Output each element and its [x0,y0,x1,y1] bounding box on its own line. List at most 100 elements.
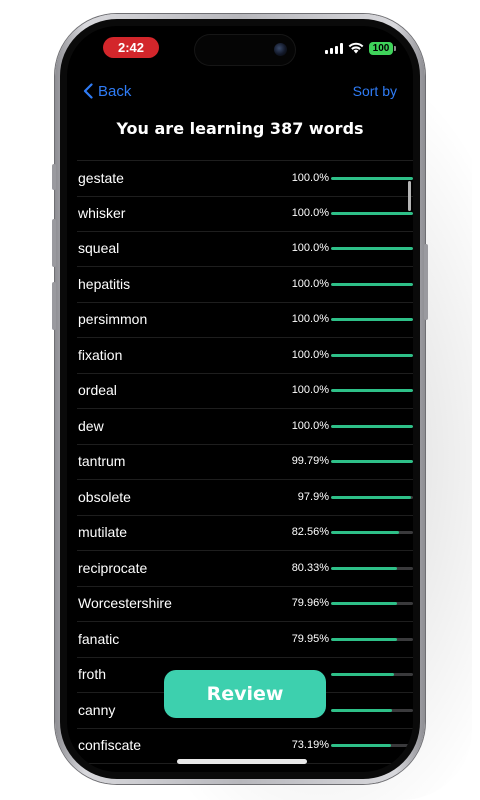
list-item[interactable]: whisker 100.0% [77,196,413,232]
scrollbar[interactable] [408,181,411,211]
power-button [424,244,428,320]
progress-bar [331,673,413,676]
word-label: mutilate [78,524,128,540]
word-label: confiscate [78,737,142,753]
signal-icon [325,42,343,54]
chevron-left-icon [83,83,93,99]
word-percent: 100.0% [291,348,329,361]
progress-bar-fill [331,637,397,641]
camera-icon [274,43,287,56]
progress-bar-fill [331,318,413,321]
sort-by-button[interactable]: Sort by [353,80,397,102]
progress-bar [331,211,413,215]
progress-bar [331,247,413,250]
word-percent: 99.79% [291,455,329,467]
word-label: persimmon [78,311,148,327]
progress-bar [331,389,413,392]
progress-bar-fill [331,211,413,215]
word-label: canny [78,701,116,718]
word-label: Worcestershire [78,595,172,611]
word-label: ordeal [78,382,117,398]
word-label: reciprocate [78,559,148,576]
action-button [52,164,56,190]
progress-bar [331,282,413,286]
word-label: fanatic [78,630,120,647]
word-percent: 100.0% [291,242,329,254]
progress-bar [331,177,413,180]
phone-bezel: 2:42 100 Back Sort by You are learning 3… [60,19,420,779]
word-percent: 80.33% [291,561,329,574]
status-icons: 100 [325,40,396,56]
progress-bar-fill [331,708,392,712]
word-label: froth [78,666,107,682]
progress-bar [331,424,413,428]
list-item[interactable]: mutilate 82.56% [77,515,413,551]
progress-bar [331,744,413,747]
word-label: whisker [78,204,126,221]
progress-bar-fill [331,602,397,605]
volume-down-button [52,282,56,330]
list-item[interactable]: hepatitis 100.0% [77,267,413,303]
list-item[interactable]: persimmon 100.0% [77,302,413,338]
word-label: dew [78,417,104,434]
word-percent: 100.0% [291,206,329,219]
dynamic-island [195,35,295,65]
progress-bar-fill [331,566,397,570]
progress-bar-fill [331,460,413,463]
list-item[interactable]: dew 100.0% [77,409,413,445]
list-item[interactable]: reciprocate 80.33% [77,551,413,587]
progress-bar-fill [331,353,413,357]
phone-frame: 2:42 100 Back Sort by You are learning 3… [52,14,428,784]
progress-bar-fill [331,389,413,392]
progress-bar [331,566,413,570]
word-percent: 97.9% [297,490,329,503]
word-percent: 100.0% [291,384,329,396]
home-indicator[interactable] [177,759,307,764]
word-label: squeal [78,240,120,256]
back-button[interactable]: Back [83,80,131,102]
word-percent: 82.56% [291,526,329,538]
word-percent: 100.0% [291,313,329,325]
word-percent: 100.0% [291,277,329,290]
progress-bar-fill [331,282,413,286]
list-item[interactable]: ordeal 100.0% [77,373,413,409]
back-label: Back [98,82,132,100]
progress-bar-fill [331,744,392,747]
word-label: fixation [78,346,123,363]
wifi-icon [348,42,364,54]
progress-bar [331,708,413,712]
word-percent: 100.0% [291,419,329,432]
battery-icon: 100 [369,41,396,55]
word-percent: 79.96% [291,597,329,609]
progress-bar-fill [331,673,395,676]
list-item[interactable]: fanatic 79.95% [77,622,413,658]
list-item[interactable]: obsolete 97.9% [77,480,413,516]
word-label: gestate [78,170,124,186]
list-item[interactable]: gestate 100.0% [77,160,413,197]
progress-bar-fill [331,495,412,499]
list-item[interactable]: fixation 100.0% [77,338,413,374]
progress-bar [331,602,413,605]
word-label: hepatitis [78,275,131,292]
list-item[interactable]: tantrum 99.79% [77,444,413,480]
page-title: You are learning 387 words [116,119,364,138]
progress-bar-fill [331,177,413,180]
phone-screen: 2:42 100 Back Sort by You are learning 3… [67,26,413,772]
list-item[interactable]: squeal 100.0% [77,231,413,267]
word-label: tantrum [78,453,126,469]
progress-bar-fill [331,247,413,250]
word-percent: 79.95% [291,632,329,645]
progress-bar [331,531,413,534]
word-percent: 100.0% [291,172,329,184]
status-time: 2:42 [103,37,159,58]
progress-bar-fill [331,424,413,428]
progress-bar [331,495,413,499]
progress-bar [331,460,413,463]
progress-bar [331,318,413,321]
word-label: obsolete [78,488,131,505]
review-button[interactable]: Review [164,670,326,718]
progress-bar [331,637,413,641]
word-percent: 73.19% [291,739,329,751]
list-item[interactable]: Worcestershire 79.96% [77,586,413,622]
progress-bar [331,353,413,357]
